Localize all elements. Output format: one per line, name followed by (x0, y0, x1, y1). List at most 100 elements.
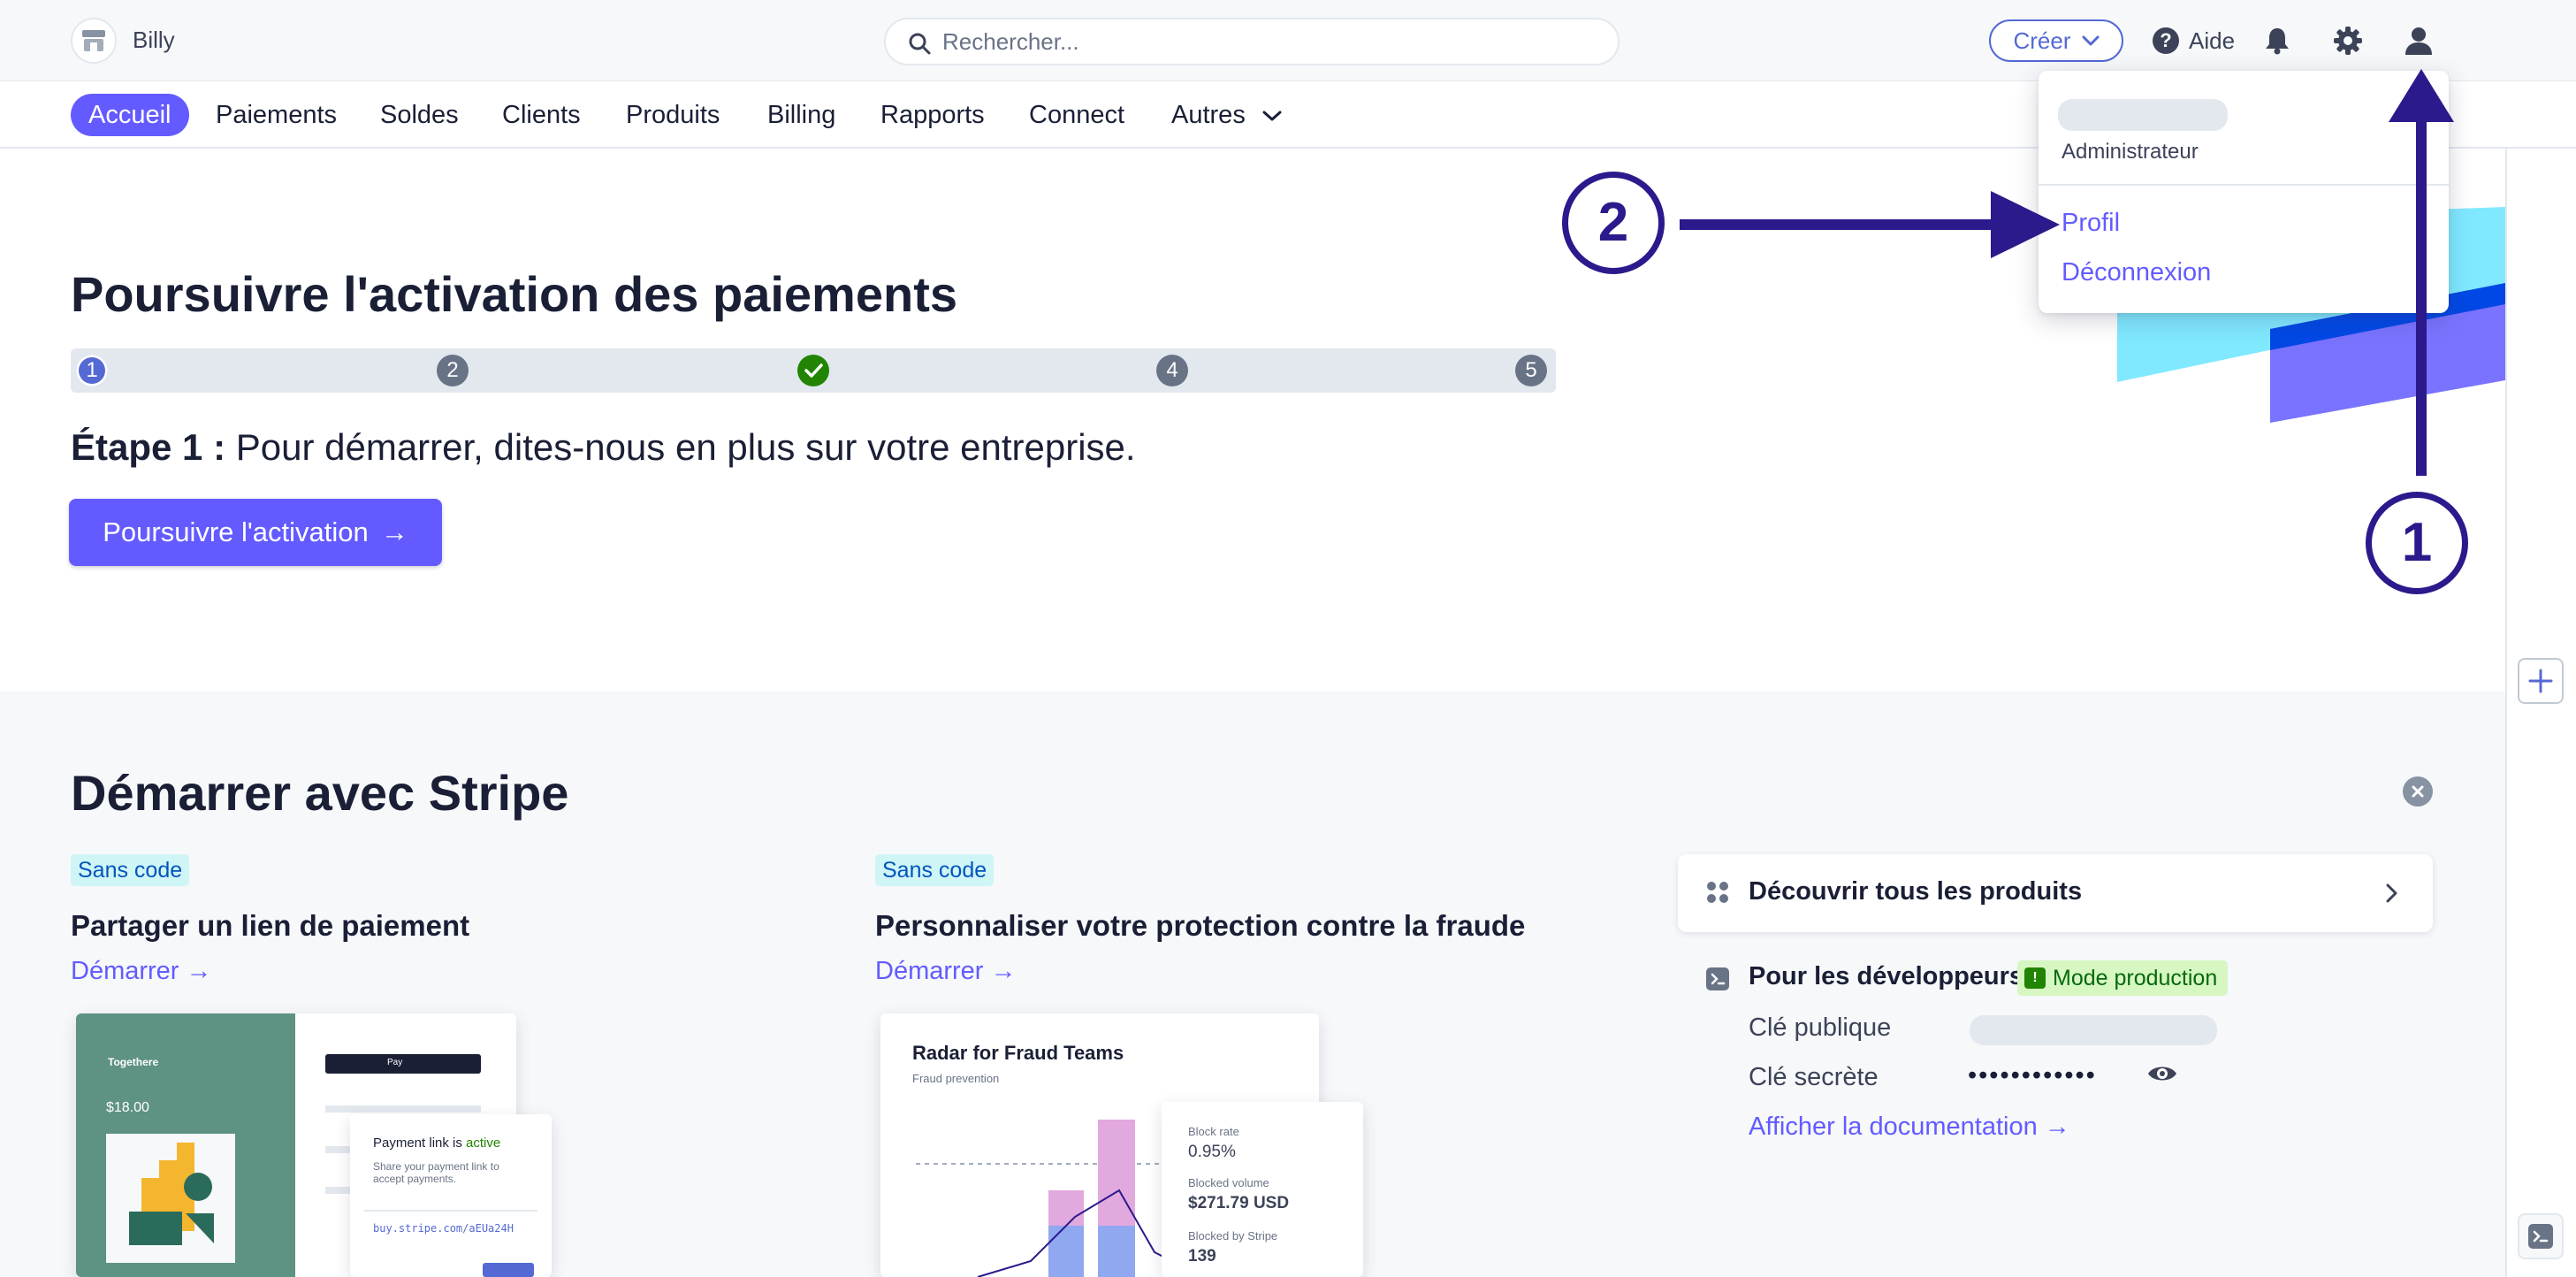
production-mode-badge: ! Mode production (2017, 960, 2229, 996)
nav-item-autres[interactable]: Autres (1154, 94, 1300, 136)
popup-url: buy.stripe.com/aEUa24H (373, 1222, 514, 1235)
preview-form-line (325, 1105, 481, 1113)
nav-item-connect[interactable]: Connect (1011, 94, 1142, 136)
profile-button[interactable] (2397, 19, 2440, 62)
alert-icon: ! (2024, 967, 2046, 989)
step-2-indicator: 2 (437, 355, 469, 386)
activation-title: Poursuivre l'activation des paiements (71, 266, 957, 322)
step-1-indicator: 1 (76, 355, 108, 386)
continue-activation-button[interactable]: Poursuivre l'activation → (69, 499, 442, 566)
popup-description: Share your payment link to accept paymen… (373, 1160, 499, 1185)
payment-link-title: Partager un lien de paiement (71, 909, 470, 942)
stat-blocked-volume-label: Blocked volume (1188, 1176, 1269, 1189)
account-name[interactable]: Billy (133, 27, 175, 54)
arrow-right-icon: → (380, 516, 408, 547)
popup-divider (364, 1210, 537, 1212)
eye-icon[interactable] (2146, 1061, 2178, 1086)
chevron-right-icon (2386, 883, 2397, 903)
terminal-icon (2528, 1224, 2553, 1249)
payment-link-start-link[interactable]: Démarrer → (71, 957, 212, 986)
step-3-indicator (797, 355, 829, 386)
account-email (2058, 99, 2228, 131)
no-code-badge: Sans code (875, 854, 995, 886)
gear-icon (2334, 27, 2362, 55)
step-text: Pour démarrer, dites-nous en plus sur vo… (225, 426, 1136, 468)
stat-block-rate-value: 0.95% (1188, 1143, 1236, 1161)
apps-grid-icon (1707, 882, 1728, 903)
notifications-button[interactable] (2256, 19, 2298, 62)
help-icon: ? (2153, 27, 2179, 54)
plus-icon (2528, 669, 2553, 693)
radar-title: Radar for Fraud Teams (912, 1042, 1124, 1064)
preview-price: $18.00 (106, 1100, 149, 1115)
chevron-down-icon (2082, 35, 2099, 46)
close-icon (2412, 785, 2424, 798)
nav-item-paiements[interactable]: Paiements (198, 94, 354, 136)
preview-pay-label: Pay (387, 1058, 403, 1067)
search-icon (909, 33, 931, 55)
nav-item-accueil[interactable]: Accueil (71, 94, 189, 136)
discover-products-label: Découvrir tous les produits (1749, 877, 2083, 906)
popup-status: active (466, 1136, 501, 1151)
bell-icon (2266, 28, 2289, 55)
nav-item-billing[interactable]: Billing (750, 94, 853, 136)
stat-blocked-by-stripe-value: 139 (1188, 1247, 1216, 1266)
radar-stats-card: Block rate 0.95% Blocked volume $271.79 … (1162, 1102, 1363, 1277)
no-code-badge: Sans code (71, 854, 190, 886)
stat-block-rate-label: Block rate (1188, 1125, 1239, 1138)
help-button[interactable]: ? Aide (2152, 21, 2235, 60)
annotation-step-1: 1 (2366, 492, 2468, 594)
annotation-step-2: 2 (1562, 172, 1665, 274)
discover-products-card[interactable]: Découvrir tous les produits (1678, 854, 2433, 932)
activation-progress: 1 2 4 5 (71, 348, 1556, 393)
nav-item-rapports[interactable]: Rapports (863, 94, 1002, 136)
continue-activation-label: Poursuivre l'activation (103, 516, 369, 547)
step-4-indicator: 4 (1156, 355, 1188, 386)
account-logo[interactable] (71, 18, 117, 64)
terminal-icon (1706, 967, 1729, 990)
help-label: Aide (2189, 27, 2236, 54)
popup-button (483, 1263, 534, 1277)
public-key-label: Clé publique (1749, 1013, 1892, 1042)
nav-item-soldes[interactable]: Soldes (362, 94, 476, 136)
annotation-arrow-right (1680, 191, 2060, 258)
user-icon (2405, 27, 2432, 55)
right-rail (2505, 149, 2576, 1277)
search-bar[interactable] (884, 18, 1620, 65)
user-role: Administrateur (2062, 140, 2199, 164)
fraud-protection-start-link[interactable]: Démarrer → (875, 957, 1017, 986)
view-docs-link[interactable]: Afficher la documentation → (1749, 1113, 2070, 1142)
stat-blocked-volume-value: $271.79 USD (1188, 1194, 1290, 1212)
store-icon (82, 30, 105, 51)
preview-pay-button (325, 1054, 481, 1074)
popup-title: Payment link is active (373, 1136, 500, 1151)
payment-link-popup: Payment link is active Share your paymen… (350, 1114, 552, 1277)
create-button-label: Créer (2013, 27, 2071, 54)
step-prefix: Étape 1 : (71, 426, 226, 468)
chevron-down-icon (1262, 111, 1282, 121)
secret-key-value: •••••••••••• (1968, 1061, 2097, 1090)
radar-chart (916, 1120, 1191, 1277)
check-icon (804, 363, 823, 378)
fraud-protection-title: Personnaliser votre protection contre la… (875, 909, 1526, 942)
stat-blocked-by-stripe-label: Blocked by Stripe (1188, 1229, 1278, 1243)
add-widget-button[interactable] (2518, 658, 2564, 704)
public-key-value[interactable] (1970, 1015, 2217, 1045)
getting-started-title: Démarrer avec Stripe (71, 765, 569, 821)
nav-item-produits[interactable]: Produits (608, 94, 737, 136)
search-input[interactable] (942, 28, 1597, 55)
create-button[interactable]: Créer (1989, 19, 2123, 62)
step-5-indicator: 5 (1515, 355, 1547, 386)
nav-item-clients[interactable]: Clients (484, 94, 598, 136)
top-bar: Billy Créer ? Aide (0, 0, 2576, 81)
settings-button[interactable] (2327, 19, 2369, 62)
radar-subtitle: Fraud prevention (912, 1072, 1000, 1085)
logout-menu-item[interactable]: Déconnexion (2062, 258, 2211, 287)
profile-menu-item[interactable]: Profil (2062, 209, 2120, 238)
popup-title-prefix: Payment link is (373, 1136, 467, 1151)
annotation-arrow-up (2389, 69, 2454, 476)
developer-shell-button[interactable] (2518, 1213, 2564, 1259)
close-getting-started-button[interactable] (2403, 776, 2433, 807)
step-description: Étape 1 : Pour démarrer, dites-nous en p… (71, 426, 1136, 469)
svg-text:?: ? (2160, 29, 2171, 51)
